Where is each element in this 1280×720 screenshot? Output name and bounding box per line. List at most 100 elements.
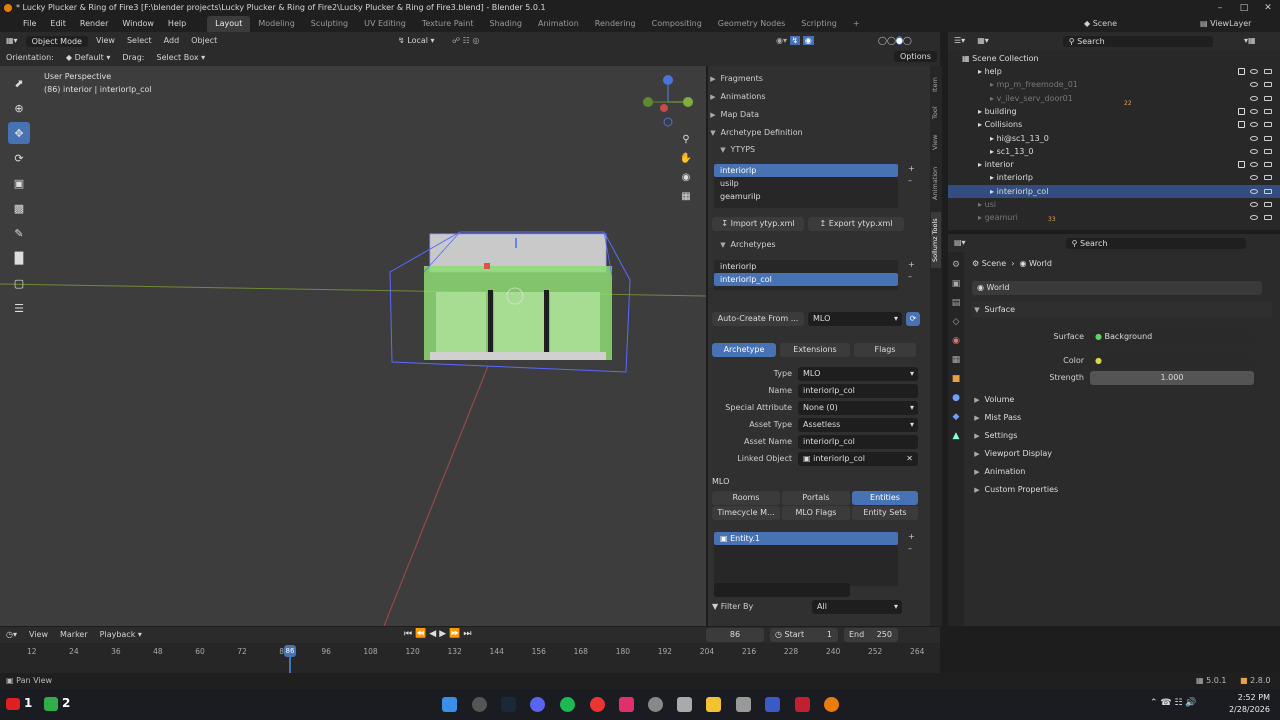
render-toggle-icon[interactable] bbox=[1264, 162, 1272, 168]
properties-search[interactable]: ⚲ Search bbox=[1065, 237, 1246, 249]
tab-scripting[interactable]: Scripting bbox=[793, 16, 845, 32]
visibility-eye-icon[interactable] bbox=[1250, 215, 1258, 221]
render-toggle-icon[interactable] bbox=[1264, 202, 1272, 207]
outliner-row[interactable]: ▸ help bbox=[948, 65, 1280, 78]
archetype-remove-icon[interactable]: – bbox=[908, 272, 912, 281]
tab-archetype[interactable]: Archetype bbox=[712, 343, 776, 357]
playhead[interactable]: 86 bbox=[284, 645, 296, 657]
list-item[interactable]: ▣ Entity.1 bbox=[714, 532, 898, 545]
linked-object-field[interactable]: ▣ interiorlp_col ✕ bbox=[798, 452, 918, 466]
menu-render[interactable]: Render bbox=[73, 16, 115, 32]
ytyp-add-icon[interactable]: + bbox=[908, 164, 915, 173]
visibility-eye-icon[interactable] bbox=[1250, 162, 1258, 168]
close-icon[interactable]: ✕ bbox=[1256, 0, 1280, 16]
section-archetype-definition[interactable]: ▼ Archetype Definition bbox=[708, 125, 930, 141]
render-toggle-icon[interactable] bbox=[1264, 108, 1272, 114]
render-toggle-icon[interactable] bbox=[1264, 215, 1272, 221]
app-icon-1[interactable] bbox=[648, 697, 663, 712]
discord-icon[interactable] bbox=[530, 697, 545, 712]
section-viewport-display[interactable]: ▶ Viewport Display bbox=[972, 446, 1272, 462]
name-field[interactable]: interiorlp_col bbox=[798, 384, 918, 398]
auto-create-type-select[interactable]: MLO ▾ bbox=[808, 312, 902, 326]
tab-compositing[interactable]: Compositing bbox=[644, 16, 710, 32]
outliner-row[interactable]: ▸ interiorlp bbox=[948, 171, 1280, 184]
options-button[interactable]: Options bbox=[894, 51, 937, 62]
tab-sollumz-tools[interactable]: Sollumz Tools bbox=[931, 212, 941, 268]
add-workspace-icon[interactable]: + bbox=[845, 16, 868, 32]
tab-uv-editing[interactable]: UV Editing bbox=[356, 16, 414, 32]
visibility-eye-icon[interactable] bbox=[1250, 135, 1258, 141]
timeline[interactable]: 1224364860728496108120132144156168180192… bbox=[0, 643, 940, 673]
tab-animation-side[interactable]: Animation bbox=[931, 160, 941, 206]
timeline-menu-view[interactable]: View bbox=[23, 627, 54, 643]
tab-animation[interactable]: Animation bbox=[530, 16, 587, 32]
exclude-checkbox[interactable] bbox=[1238, 68, 1245, 75]
menu-edit[interactable]: Edit bbox=[43, 16, 73, 32]
tab-mlo-flags[interactable]: MLO Flags bbox=[782, 506, 850, 520]
render-toggle-icon[interactable] bbox=[1264, 188, 1272, 194]
world-name-field[interactable]: ◉ World bbox=[972, 281, 1262, 295]
orientation-select[interactable]: ◆ Default ▾ bbox=[60, 50, 117, 66]
outliner-row[interactable]: ▸ sc1_13_0 bbox=[948, 145, 1280, 158]
tab-portals[interactable]: Portals bbox=[782, 491, 850, 505]
list-item[interactable]: geamurilp bbox=[714, 190, 898, 203]
render-toggle-icon[interactable] bbox=[1264, 82, 1272, 88]
section-surface[interactable]: ▼ Surface bbox=[972, 302, 1272, 318]
section-mist-pass[interactable]: ▶ Mist Pass bbox=[972, 410, 1272, 426]
section-animations[interactable]: ▶ Animations bbox=[708, 89, 930, 105]
outliner-row[interactable]: ▸ usi bbox=[948, 198, 1280, 211]
export-ytyp-button[interactable]: ↥ Export ytyp.xml bbox=[808, 217, 904, 231]
tab-rooms[interactable]: Rooms bbox=[712, 491, 780, 505]
asset-type-select[interactable]: Assetless ▾ bbox=[798, 418, 918, 432]
render-toggle-icon[interactable] bbox=[1264, 135, 1272, 141]
outliner-row[interactable]: ▸ v_ilev_serv_door01 bbox=[948, 92, 1280, 105]
cursor-tool-icon[interactable]: ⊕ bbox=[8, 97, 30, 119]
surface-select[interactable]: ● Background bbox=[1090, 330, 1254, 344]
render-toggle-icon[interactable] bbox=[1264, 95, 1272, 101]
entity-remove-icon[interactable]: – bbox=[908, 544, 912, 553]
visibility-eye-icon[interactable] bbox=[1250, 175, 1258, 181]
archetype-add-icon[interactable]: + bbox=[908, 260, 915, 269]
tab-sculpting[interactable]: Sculpting bbox=[303, 16, 356, 32]
tab-timecycle[interactable]: Timecycle M... bbox=[712, 506, 780, 520]
menu-window[interactable]: Window bbox=[115, 16, 161, 32]
special-attribute-select[interactable]: None (0) ▾ bbox=[798, 401, 918, 415]
list-item[interactable]: interiorlp bbox=[714, 260, 898, 273]
exclude-checkbox[interactable] bbox=[1238, 121, 1245, 129]
minimize-icon[interactable]: – bbox=[1208, 0, 1232, 16]
add-cube-tool-icon[interactable]: ▢ bbox=[8, 272, 30, 294]
section-animation[interactable]: ▶ Animation bbox=[972, 464, 1272, 480]
display-mode-icon[interactable]: ▦▾ bbox=[971, 32, 995, 50]
exclude-checkbox[interactable] bbox=[1238, 161, 1245, 169]
timeline-menu-marker[interactable]: Marker bbox=[54, 627, 94, 643]
acrobat-icon[interactable] bbox=[795, 697, 810, 712]
scene-selector[interactable]: ◆ Scene bbox=[1084, 16, 1117, 32]
tab-entity-sets[interactable]: Entity Sets bbox=[852, 506, 918, 520]
start-frame-field[interactable]: ◷ Start 1 bbox=[770, 628, 838, 642]
strength-field[interactable]: 1.000 bbox=[1090, 371, 1254, 385]
outliner-row[interactable]: ▸ Collisions bbox=[948, 118, 1280, 131]
menu-object[interactable]: Object bbox=[185, 32, 223, 50]
entity-filter-input[interactable] bbox=[714, 583, 850, 597]
section-fragments[interactable]: ▶ Fragments bbox=[708, 71, 930, 87]
rotate-tool-icon[interactable]: ⟳ bbox=[8, 147, 30, 169]
render-toggle-icon[interactable] bbox=[1264, 148, 1272, 154]
render-toggle-icon[interactable] bbox=[1264, 69, 1272, 74]
properties-tab-icons[interactable]: ⚙ ▣ ▤ ◇ ◉ ▦ ■ ● ◆ ▲ bbox=[948, 252, 964, 446]
menu-file[interactable]: File bbox=[16, 16, 43, 32]
menu-add[interactable]: Add bbox=[158, 32, 186, 50]
outliner-editor-icon[interactable]: ☰▾ bbox=[948, 32, 971, 50]
tab-extensions[interactable]: Extensions bbox=[780, 343, 850, 357]
app-icon-3[interactable] bbox=[736, 697, 751, 712]
current-frame-field[interactable]: 86 bbox=[706, 628, 764, 642]
tab-shading[interactable]: Shading bbox=[481, 16, 530, 32]
sollumz-tool-icon[interactable]: ☰ bbox=[8, 297, 30, 319]
tab-tool[interactable]: Tool bbox=[931, 102, 941, 124]
section-map-data[interactable]: ▶ Map Data bbox=[708, 107, 930, 123]
end-frame-field[interactable]: End 250 bbox=[844, 628, 898, 642]
type-select[interactable]: MLO ▾ bbox=[798, 367, 918, 381]
menu-select[interactable]: Select bbox=[121, 32, 158, 50]
exclude-checkbox[interactable] bbox=[1238, 107, 1245, 115]
tab-entities[interactable]: Entities bbox=[852, 491, 918, 505]
outliner-row[interactable]: ▸ mp_m_freemode_01 bbox=[948, 78, 1280, 91]
